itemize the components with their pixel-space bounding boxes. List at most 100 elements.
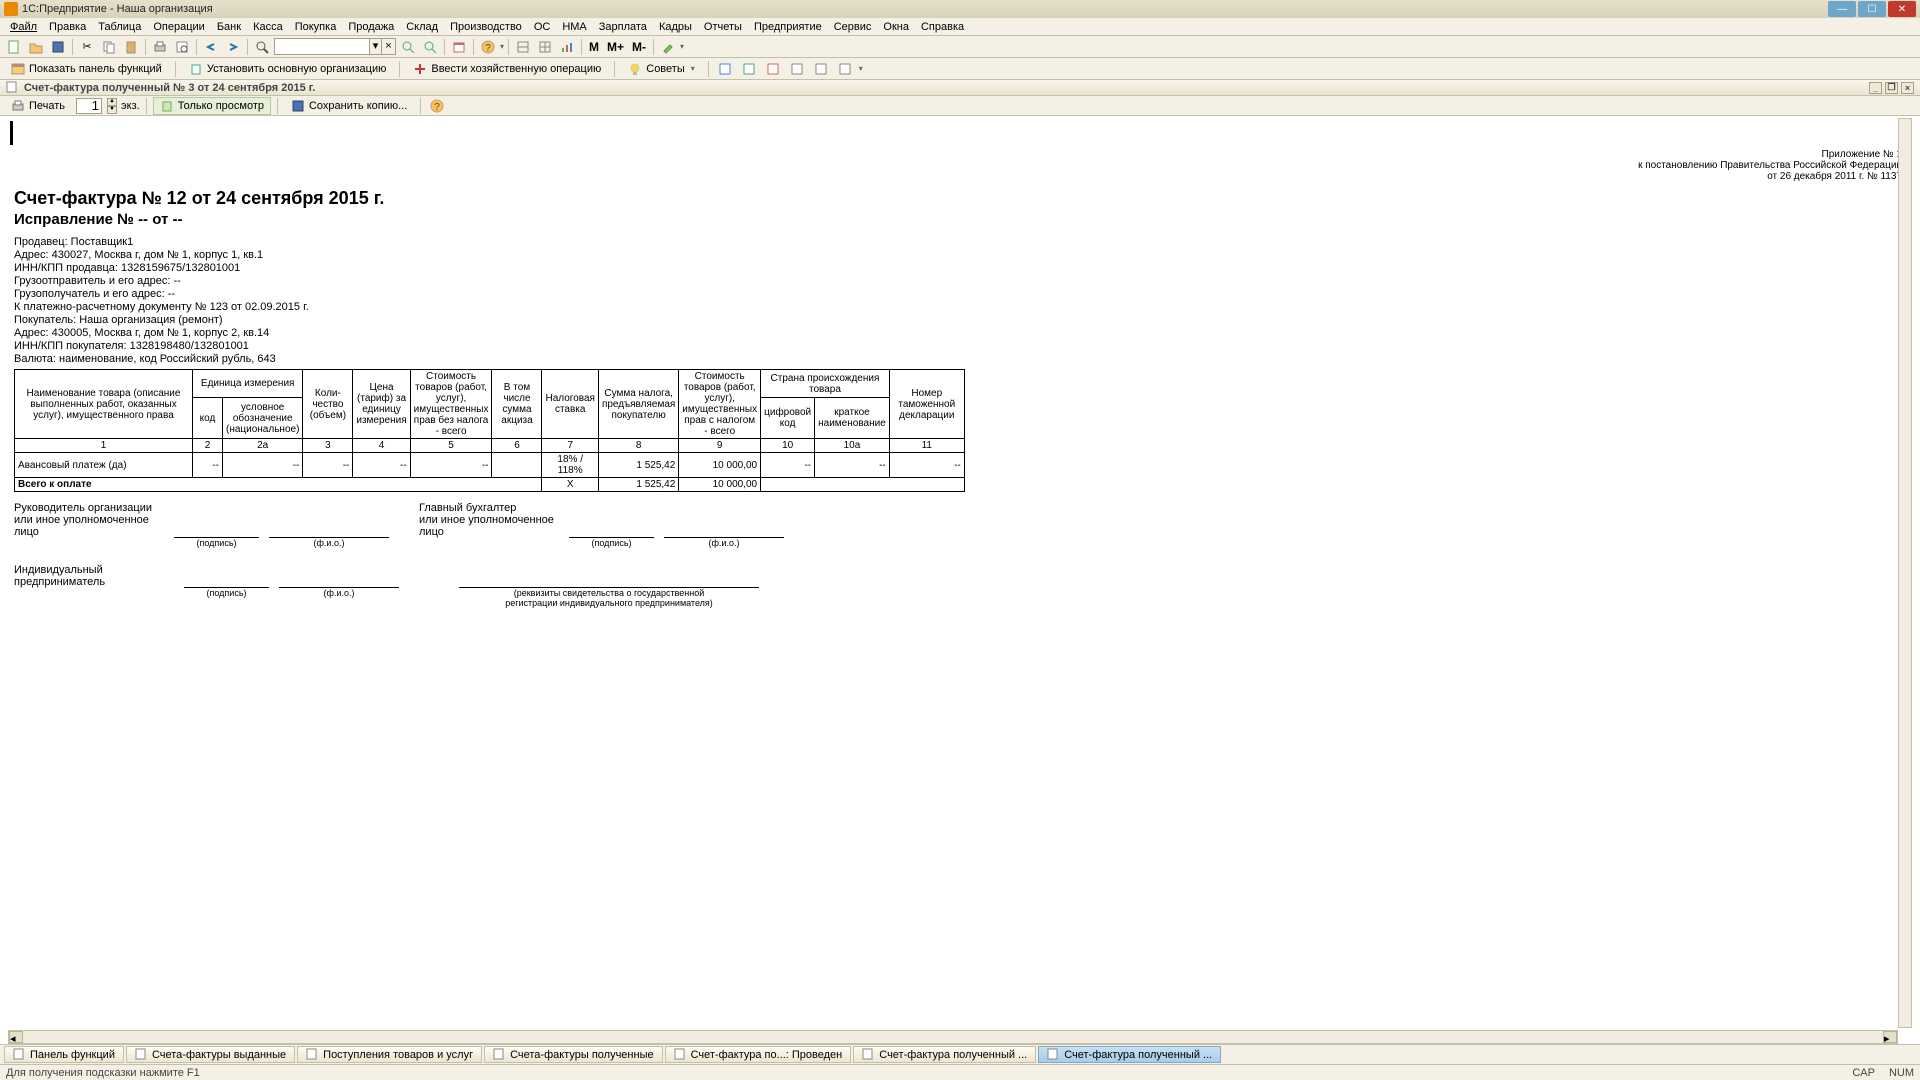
dropdown-arrow-icon[interactable]: ▾ (500, 42, 504, 51)
tab-close-icon[interactable]: × (1901, 82, 1914, 94)
menu-sale[interactable]: Продажа (342, 20, 400, 34)
grid1-icon[interactable] (513, 38, 533, 56)
list4-icon[interactable] (787, 60, 807, 78)
menu-table[interactable]: Таблица (92, 20, 147, 34)
menu-nma[interactable]: НМА (556, 20, 592, 34)
list3-icon[interactable] (763, 60, 783, 78)
svg-text:?: ? (485, 43, 491, 54)
menu-stock[interactable]: Склад (400, 20, 444, 34)
menu-windows[interactable]: Окна (877, 20, 915, 34)
copy-icon[interactable] (99, 38, 119, 56)
dropdown-arrow-icon[interactable]: ▾ (859, 64, 863, 73)
menu-personnel[interactable]: Кадры (653, 20, 698, 34)
task-button[interactable]: Счета-фактуры полученные (484, 1046, 663, 1063)
menu-help[interactable]: Справка (915, 20, 970, 34)
task-label: Счета-фактуры полученные (510, 1049, 654, 1061)
document-page: Приложение № 1 к постановлению Правитель… (8, 118, 1908, 1028)
maximize-button[interactable]: ☐ (1858, 1, 1886, 17)
memory-m-button[interactable]: M (586, 40, 602, 54)
window-titlebar: 1С:Предприятие - Наша организация — ☐ ✕ (0, 0, 1920, 18)
copies-spinner[interactable]: ▴▾ (107, 98, 117, 114)
dropdown-icon[interactable]: ▾ (370, 38, 382, 55)
enter-op-label: Ввести хозяйственную операцию (431, 63, 601, 75)
menu-operations[interactable]: Операции (147, 20, 210, 34)
task-button[interactable]: Счет-фактура полученный ... (853, 1046, 1036, 1063)
redo-icon[interactable] (223, 38, 243, 56)
tips-button[interactable]: Советы ▾ (621, 60, 702, 78)
task-button[interactable]: Счета-фактуры выданные (126, 1046, 295, 1063)
menu-enterprise[interactable]: Предприятие (748, 20, 828, 34)
dropdown-arrow-icon: ▾ (691, 64, 695, 73)
save-icon[interactable] (48, 38, 68, 56)
window-taskbar: Панель функцийСчета-фактуры выданныеПост… (0, 1044, 1920, 1064)
tab-restore-icon[interactable]: ❐ (1885, 82, 1898, 94)
print-preview-icon[interactable] (172, 38, 192, 56)
close-button[interactable]: ✕ (1888, 1, 1916, 17)
calendar-icon[interactable] (449, 38, 469, 56)
scroll-right-icon[interactable]: ▸ (1883, 1031, 1897, 1043)
vertical-scrollbar[interactable] (1898, 118, 1912, 1028)
enter-operation-button[interactable]: Ввести хозяйственную операцию (406, 60, 608, 78)
document-icon (1047, 1048, 1061, 1062)
tab-minimize-icon[interactable]: _ (1869, 82, 1882, 94)
main-menu: Файл Правка Таблица Операции Банк Касса … (0, 18, 1920, 36)
minimize-button[interactable]: — (1828, 1, 1856, 17)
new-icon[interactable] (4, 38, 24, 56)
undo-icon[interactable] (201, 38, 221, 56)
copies-input[interactable] (76, 98, 102, 114)
paste-icon[interactable] (121, 38, 141, 56)
search-combo[interactable]: ▾ × (274, 38, 396, 55)
menu-cash[interactable]: Касса (247, 20, 289, 34)
signatures-block: Руководитель организации или иное уполно… (14, 502, 1908, 588)
search-input[interactable] (274, 38, 370, 55)
actions-toolbar: Показать панель функций Установить основ… (0, 58, 1920, 80)
search-icon[interactable] (252, 38, 272, 56)
menu-os[interactable]: ОС (528, 20, 557, 34)
find-next-icon[interactable] (398, 38, 418, 56)
view-only-toggle[interactable]: Только просмотр (153, 97, 271, 115)
document-icon (135, 1048, 149, 1062)
memory-mplus-button[interactable]: M+ (604, 40, 627, 54)
lightbulb-icon (628, 62, 642, 76)
horizontal-scrollbar[interactable]: ◂ ▸ (8, 1030, 1898, 1044)
list6-icon[interactable] (835, 60, 855, 78)
menu-salary[interactable]: Зарплата (593, 20, 653, 34)
brush-icon[interactable] (658, 38, 678, 56)
menu-service[interactable]: Сервис (828, 20, 878, 34)
save-copy-button[interactable]: Сохранить копию... (284, 97, 414, 115)
dropdown-arrow-icon[interactable]: ▾ (680, 42, 684, 51)
menu-bank[interactable]: Банк (211, 20, 247, 34)
help-icon[interactable]: ? (478, 38, 498, 56)
task-button[interactable]: Счет-фактура по...: Проведен (665, 1046, 852, 1063)
menu-purchase[interactable]: Покупка (289, 20, 343, 34)
memory-mminus-button[interactable]: M- (629, 40, 649, 54)
task-button[interactable]: Панель функций (4, 1046, 124, 1063)
chart-icon[interactable] (557, 38, 577, 56)
help-icon[interactable]: ? (427, 97, 447, 115)
table-row: Авансовый платеж (да) -- -- -- -- -- 18%… (15, 453, 965, 478)
list1-icon[interactable] (715, 60, 735, 78)
set-main-org-button[interactable]: Установить основную организацию (182, 60, 394, 78)
task-button[interactable]: Поступления товаров и услуг (297, 1046, 482, 1063)
list5-icon[interactable] (811, 60, 831, 78)
clear-search-icon[interactable]: × (382, 38, 396, 55)
print-icon (11, 99, 25, 113)
scroll-left-icon[interactable]: ◂ (9, 1031, 23, 1043)
task-button[interactable]: Счет-фактура полученный ... (1038, 1046, 1221, 1063)
menu-file[interactable]: Файл (4, 20, 43, 34)
find-prev-icon[interactable] (420, 38, 440, 56)
menu-edit[interactable]: Правка (43, 20, 92, 34)
print-label: Печать (29, 100, 65, 112)
open-icon[interactable] (26, 38, 46, 56)
show-panel-label: Показать панель функций (29, 63, 162, 75)
print-icon[interactable] (150, 38, 170, 56)
print-button[interactable]: Печать (4, 97, 72, 115)
grid2-icon[interactable] (535, 38, 555, 56)
window-title: 1С:Предприятие - Наша организация (22, 3, 1828, 15)
cut-icon[interactable]: ✂ (77, 38, 97, 56)
menu-reports[interactable]: Отчеты (698, 20, 748, 34)
show-functions-panel-button[interactable]: Показать панель функций (4, 60, 169, 78)
menu-production[interactable]: Производство (444, 20, 528, 34)
list2-icon[interactable] (739, 60, 759, 78)
lock-icon (160, 99, 174, 113)
